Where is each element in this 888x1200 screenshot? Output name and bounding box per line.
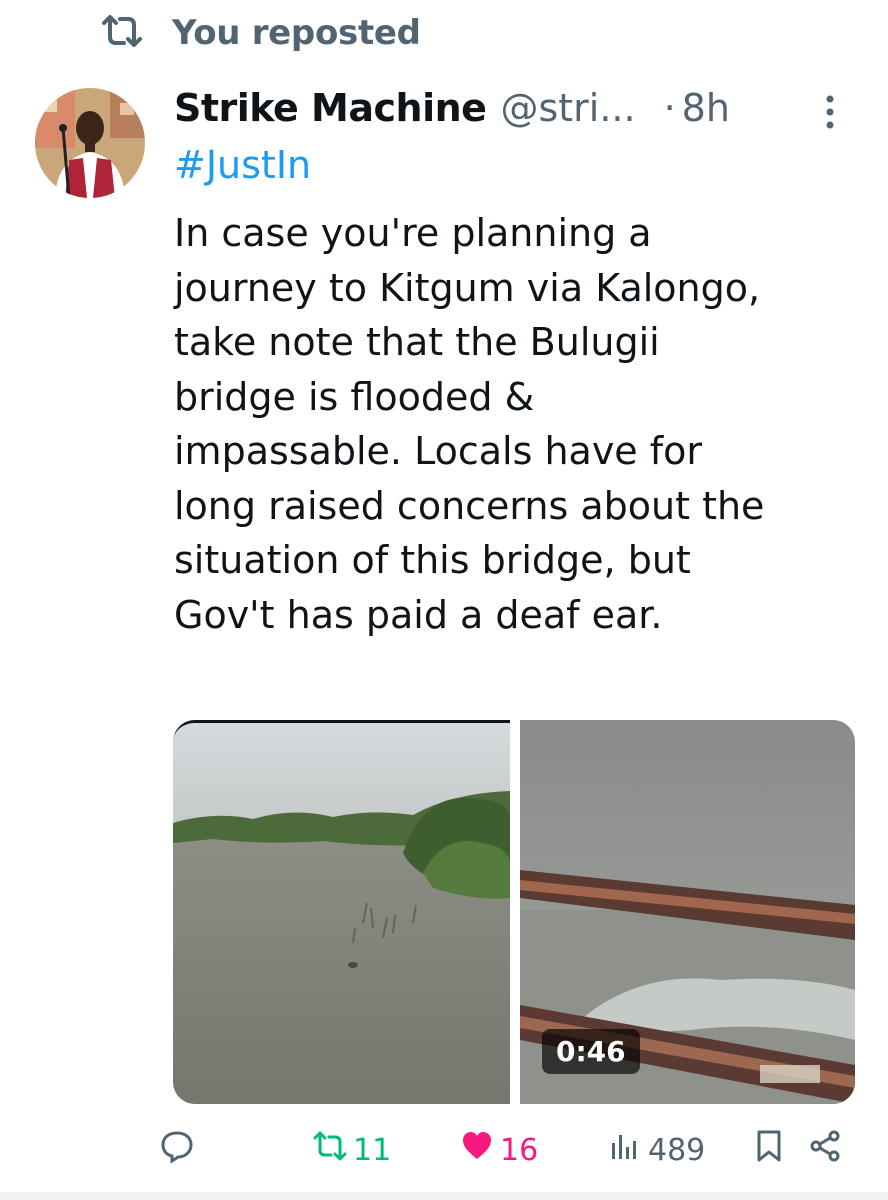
tweet-time[interactable]: 8h: [682, 86, 730, 130]
bookmark-button[interactable]: [752, 1122, 786, 1178]
views-button[interactable]: 489: [608, 1122, 705, 1178]
share-button[interactable]: [808, 1122, 842, 1178]
action-bar: 11 16 489: [160, 1122, 860, 1178]
tweet-text: In case you're planning a journey to Kit…: [174, 211, 765, 637]
like-button[interactable]: 16: [460, 1122, 538, 1178]
heart-icon: [460, 1129, 494, 1171]
author-name[interactable]: Strike Machine: [174, 86, 487, 130]
repost-banner: You reposted: [100, 8, 421, 58]
video-duration-badge: 0:46: [542, 1029, 640, 1074]
repost-icon: [313, 1129, 347, 1171]
tweet-header: Strike Machine @stri... · 8h: [174, 78, 864, 138]
repost-count: 11: [353, 1132, 392, 1168]
media-video[interactable]: 0:46: [520, 720, 855, 1104]
views-icon: [608, 1129, 642, 1171]
author-handle[interactable]: @stri...: [500, 86, 635, 130]
media-photo[interactable]: [173, 720, 510, 1104]
hashtag-link[interactable]: #JustIn: [174, 143, 311, 187]
share-icon: [808, 1129, 842, 1171]
separator-dot: ·: [663, 86, 676, 130]
like-count: 16: [500, 1132, 539, 1168]
reply-icon: [160, 1129, 194, 1171]
more-options-icon[interactable]: [818, 92, 842, 132]
repost-banner-text: You reposted: [172, 13, 421, 53]
views-count: 489: [648, 1132, 706, 1168]
reply-button[interactable]: [160, 1122, 194, 1178]
repost-icon: [100, 13, 144, 53]
divider: [0, 1192, 888, 1200]
avatar[interactable]: [35, 88, 145, 198]
bookmark-icon: [752, 1129, 786, 1171]
repost-button[interactable]: 11: [313, 1122, 391, 1178]
